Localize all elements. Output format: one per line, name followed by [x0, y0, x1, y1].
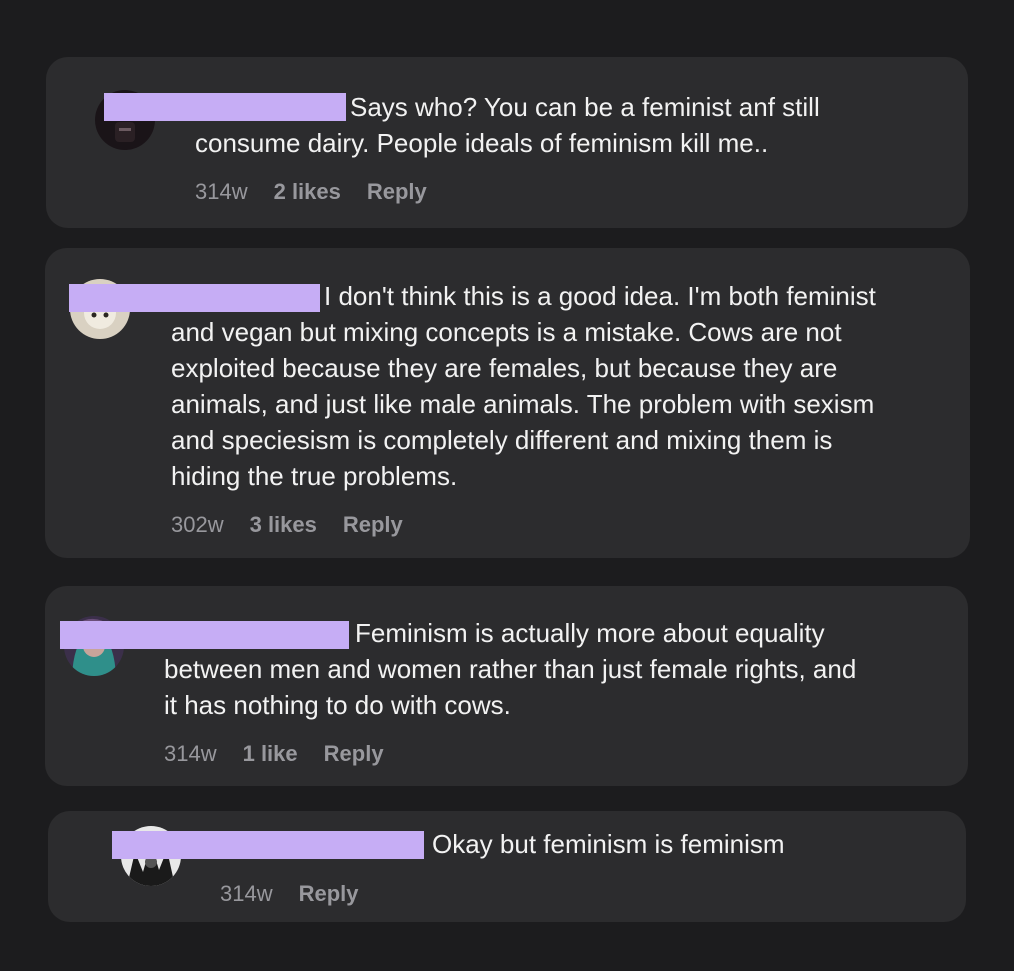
comment-age: 314w — [195, 179, 248, 204]
comment-text: and vegan but mixing concepts is a mista… — [171, 317, 842, 347]
comment-text: and speciesism is completely different a… — [171, 425, 833, 455]
comment-text: exploited because they are females, but … — [171, 353, 838, 383]
redacted-username — [69, 284, 320, 312]
comment-text: Feminism is actually more about equality — [355, 618, 825, 648]
reply-button[interactable]: Reply — [299, 881, 359, 907]
comment-text: Says who? You can be a feminist anf stil… — [350, 92, 820, 122]
comment-text: I don't think this is a good idea. I'm b… — [324, 281, 876, 311]
reply-button[interactable]: Reply — [367, 179, 427, 205]
reply-button[interactable]: Reply — [343, 512, 403, 538]
comment-meta: 314w Reply — [220, 881, 359, 907]
comment-text: hiding the true problems. — [171, 461, 458, 491]
comment-text: between men and women rather than just f… — [164, 654, 857, 684]
comment-card: Says who? You can be a feminist anf stil… — [46, 57, 968, 228]
likes-count[interactable]: 3 likes — [250, 512, 317, 538]
redacted-username — [112, 831, 424, 859]
comments-page: Says who? You can be a feminist anf stil… — [0, 0, 1014, 971]
comment-text: it has nothing to do with cows. — [164, 690, 511, 720]
comment-card: Feminism is actually more about equality… — [45, 586, 968, 786]
comment-age: 302w — [171, 512, 224, 537]
comment-meta: 314w 2 likes Reply — [195, 179, 427, 205]
reply-button[interactable]: Reply — [324, 741, 384, 767]
comment-meta: 314w 1 like Reply — [164, 741, 384, 767]
comment-text: Okay but feminism is feminism — [432, 829, 785, 859]
comment-card: Okay but feminism is feminism 314w Reply — [48, 811, 966, 922]
redacted-username — [104, 93, 346, 121]
comment-text: consume dairy. People ideals of feminism… — [195, 128, 769, 158]
redacted-username — [60, 621, 349, 649]
comment-meta: 302w 3 likes Reply — [171, 512, 403, 538]
likes-count[interactable]: 1 like — [243, 741, 298, 767]
comment-card: I don't think this is a good idea. I'm b… — [45, 248, 970, 558]
likes-count[interactable]: 2 likes — [274, 179, 341, 205]
comment-age: 314w — [220, 881, 273, 906]
comment-age: 314w — [164, 741, 217, 766]
comment-text: animals, and just like male animals. The… — [171, 389, 875, 419]
